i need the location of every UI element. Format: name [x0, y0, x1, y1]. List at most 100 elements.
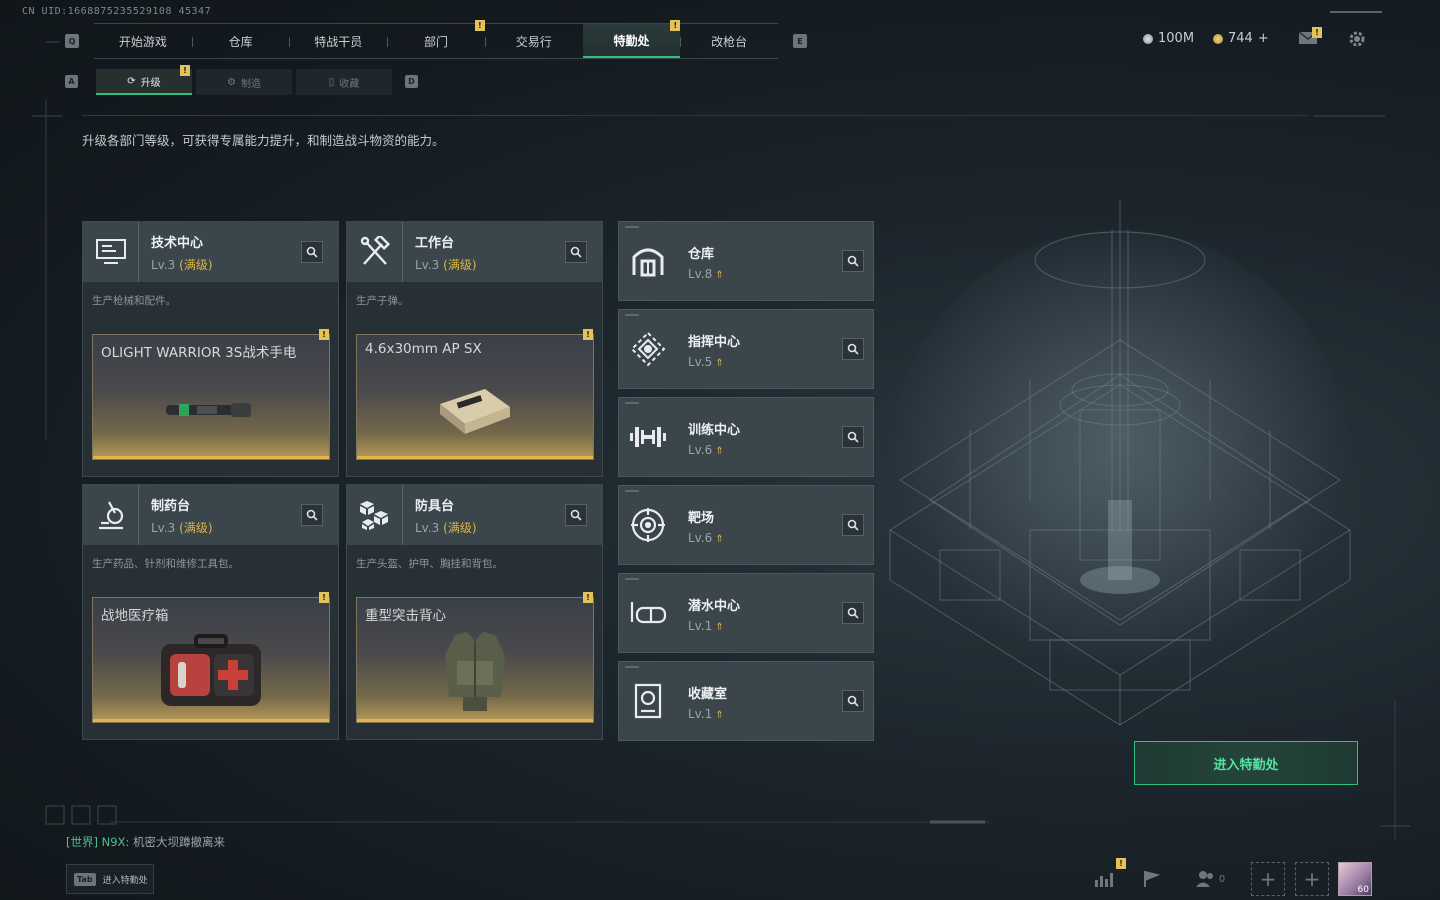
- upgrade-arrow-icon: ⇑: [715, 358, 724, 369]
- card-title: 潜水中心: [688, 599, 741, 614]
- search-icon[interactable]: [842, 426, 864, 448]
- card-warehouse[interactable]: 仓库 Lv.8 ⇑: [618, 221, 874, 301]
- card-title: 防具台: [415, 498, 455, 514]
- product-alert-badge: !: [583, 592, 593, 603]
- card-level: Lv.8: [688, 267, 713, 281]
- card-pharmacy[interactable]: 制药台 Lv.3 (满级) 生产药品、针剂和维修工具包。 战地医疗箱 !: [82, 484, 339, 740]
- card-description: 生产头盔、护甲、胸挂和背包。: [356, 558, 503, 570]
- tab-operators[interactable]: 特战干员: [289, 24, 387, 58]
- search-icon[interactable]: [842, 250, 864, 272]
- card-level: Lv.3: [151, 257, 176, 272]
- card-level: Lv.1: [688, 619, 713, 633]
- subtab-craft-label: 制造: [240, 78, 261, 90]
- subtab-collection[interactable]: ▯ 收藏: [296, 69, 392, 95]
- settings-gear-icon[interactable]: [1347, 29, 1367, 53]
- tab-trade[interactable]: 交易行: [484, 24, 583, 58]
- tab-department[interactable]: 部门 !: [387, 20, 485, 58]
- department-alert-badge: !: [474, 20, 485, 31]
- target-icon: [627, 504, 669, 546]
- product-progress-bar: [357, 456, 593, 459]
- upgrade-arrow-icon: ⇑: [715, 710, 724, 721]
- product-alert-badge: !: [583, 329, 593, 340]
- command-icon: [627, 328, 669, 370]
- card-command-center[interactable]: 指挥中心 Lv.5 ⇑: [618, 309, 874, 389]
- world-chat-message[interactable]: [世界] N9X: 机密大坝蹲撤离来: [66, 834, 225, 850]
- product-name: 重型突击背心: [365, 608, 446, 624]
- card-level: Lv.6: [688, 531, 713, 545]
- tab-shortcut-hint[interactable]: Tab 进入特勤处: [66, 864, 154, 894]
- card-title: 收藏室: [688, 687, 728, 702]
- enter-special-service-button[interactable]: 进入特勤处: [1134, 741, 1358, 785]
- card-armor-bench[interactable]: 防具台 Lv.3 (满级) 生产头盔、护甲、胸挂和背包。 重型突击背心 !: [346, 484, 603, 740]
- card-tech-center[interactable]: 技术中心 Lv.3 (满级) 生产枪械和配件。 OLIGHT WARRIOR 3…: [82, 221, 339, 477]
- search-icon[interactable]: [565, 504, 587, 526]
- nav-next-key-e[interactable]: E: [793, 34, 807, 48]
- card-description: 生产子弹。: [356, 295, 409, 307]
- hammer-wrench-icon: [347, 222, 403, 282]
- card-corner-mark: [625, 314, 639, 316]
- card-title: 靶场: [688, 511, 715, 526]
- search-icon[interactable]: [842, 338, 864, 360]
- medkit-image: [161, 634, 261, 707]
- craft-icon: ⚙: [227, 76, 236, 88]
- dumbbell-icon: [627, 416, 669, 458]
- product-slot-vest[interactable]: 重型突击背心: [356, 597, 594, 723]
- tab-start-game[interactable]: 开始游戏: [94, 24, 192, 58]
- subtab-craft[interactable]: ⚙ 制造: [196, 69, 292, 95]
- product-name: 战地医疗箱: [101, 608, 169, 624]
- add-party-slot-1-button[interactable]: +: [1251, 862, 1285, 896]
- search-icon[interactable]: [842, 514, 864, 536]
- card-diving-center[interactable]: 潜水中心 Lv.1 ⇑: [618, 573, 874, 653]
- card-title: 制药台: [151, 498, 191, 514]
- card-collection-room[interactable]: 收藏室 Lv.1 ⇑: [618, 661, 874, 741]
- special-service-alert-badge: !: [670, 20, 681, 31]
- tab-warehouse[interactable]: 仓库: [191, 24, 290, 58]
- card-corner-mark: [625, 666, 639, 668]
- card-shooting-range[interactable]: 靶场 Lv.6 ⇑: [618, 485, 874, 565]
- sub-nav: ⟳ 升级 ! ⚙ 制造 ▯ 收藏: [96, 65, 392, 95]
- max-level-tag: (满级): [443, 520, 477, 535]
- page-description: 升级各部门等级，可获得专属能力提升，和制造战斗物资的能力。: [82, 133, 445, 148]
- friends-button[interactable]: 0: [1190, 862, 1230, 896]
- upgrade-arrow-icon: ⇑: [715, 622, 724, 633]
- nav-prev-key-q[interactable]: Q: [65, 34, 79, 48]
- max-level-tag: (满级): [179, 520, 213, 535]
- flag-icon[interactable]: [1134, 862, 1168, 896]
- subtab-upgrade[interactable]: ⟳ 升级 !: [96, 65, 192, 95]
- add-party-slot-2-button[interactable]: +: [1295, 862, 1329, 896]
- product-slot-medkit[interactable]: 战地医疗箱: [92, 597, 330, 723]
- card-workbench[interactable]: 工作台 Lv.3 (满级) 生产子弹。 4.6x30mm AP SX !: [346, 221, 603, 477]
- tab-gunsmith[interactable]: 改枪台: [680, 24, 778, 58]
- tab-special-service-label: 特勤处: [613, 33, 650, 48]
- gold-currency[interactable]: 744 +: [1213, 31, 1269, 46]
- search-icon[interactable]: [301, 504, 323, 526]
- tab-special-service[interactable]: 特勤处 !: [582, 20, 681, 58]
- flashlight-image: [166, 403, 251, 418]
- warehouse-icon: [627, 240, 669, 282]
- card-training-center[interactable]: 训练中心 Lv.6 ⇑: [618, 397, 874, 477]
- upgrade-arrow-icon: ⇑: [715, 270, 724, 281]
- product-slot-flashlight[interactable]: OLIGHT WARRIOR 3S战术手电: [92, 334, 330, 460]
- friends-icon: [1195, 871, 1213, 887]
- product-progress-bar: [93, 456, 329, 459]
- player-avatar[interactable]: 60: [1338, 862, 1372, 896]
- avatar-level: 60: [1357, 885, 1369, 895]
- gold-add-button[interactable]: +: [1258, 31, 1269, 46]
- diving-mask-icon: [627, 592, 669, 634]
- gold-coin-icon: [1213, 33, 1223, 44]
- card-title: 技术中心: [151, 235, 204, 251]
- chat-user: N9X:: [101, 835, 130, 849]
- gold-amount: 744: [1228, 31, 1253, 46]
- tab-hint-label: 进入特勤处: [102, 875, 148, 886]
- subnav-next-key-d[interactable]: D: [405, 75, 418, 88]
- search-icon[interactable]: [842, 690, 864, 712]
- search-icon[interactable]: [565, 241, 587, 263]
- subnav-prev-key-a[interactable]: A: [65, 75, 78, 88]
- search-icon[interactable]: [301, 241, 323, 263]
- card-corner-mark: [625, 578, 639, 580]
- product-slot-ammo[interactable]: 4.6x30mm AP SX: [356, 334, 594, 460]
- search-icon[interactable]: [842, 602, 864, 624]
- card-title: 工作台: [415, 235, 455, 251]
- subtab-collection-label: 收藏: [339, 78, 360, 90]
- subtab-upgrade-label: 升级: [140, 77, 161, 89]
